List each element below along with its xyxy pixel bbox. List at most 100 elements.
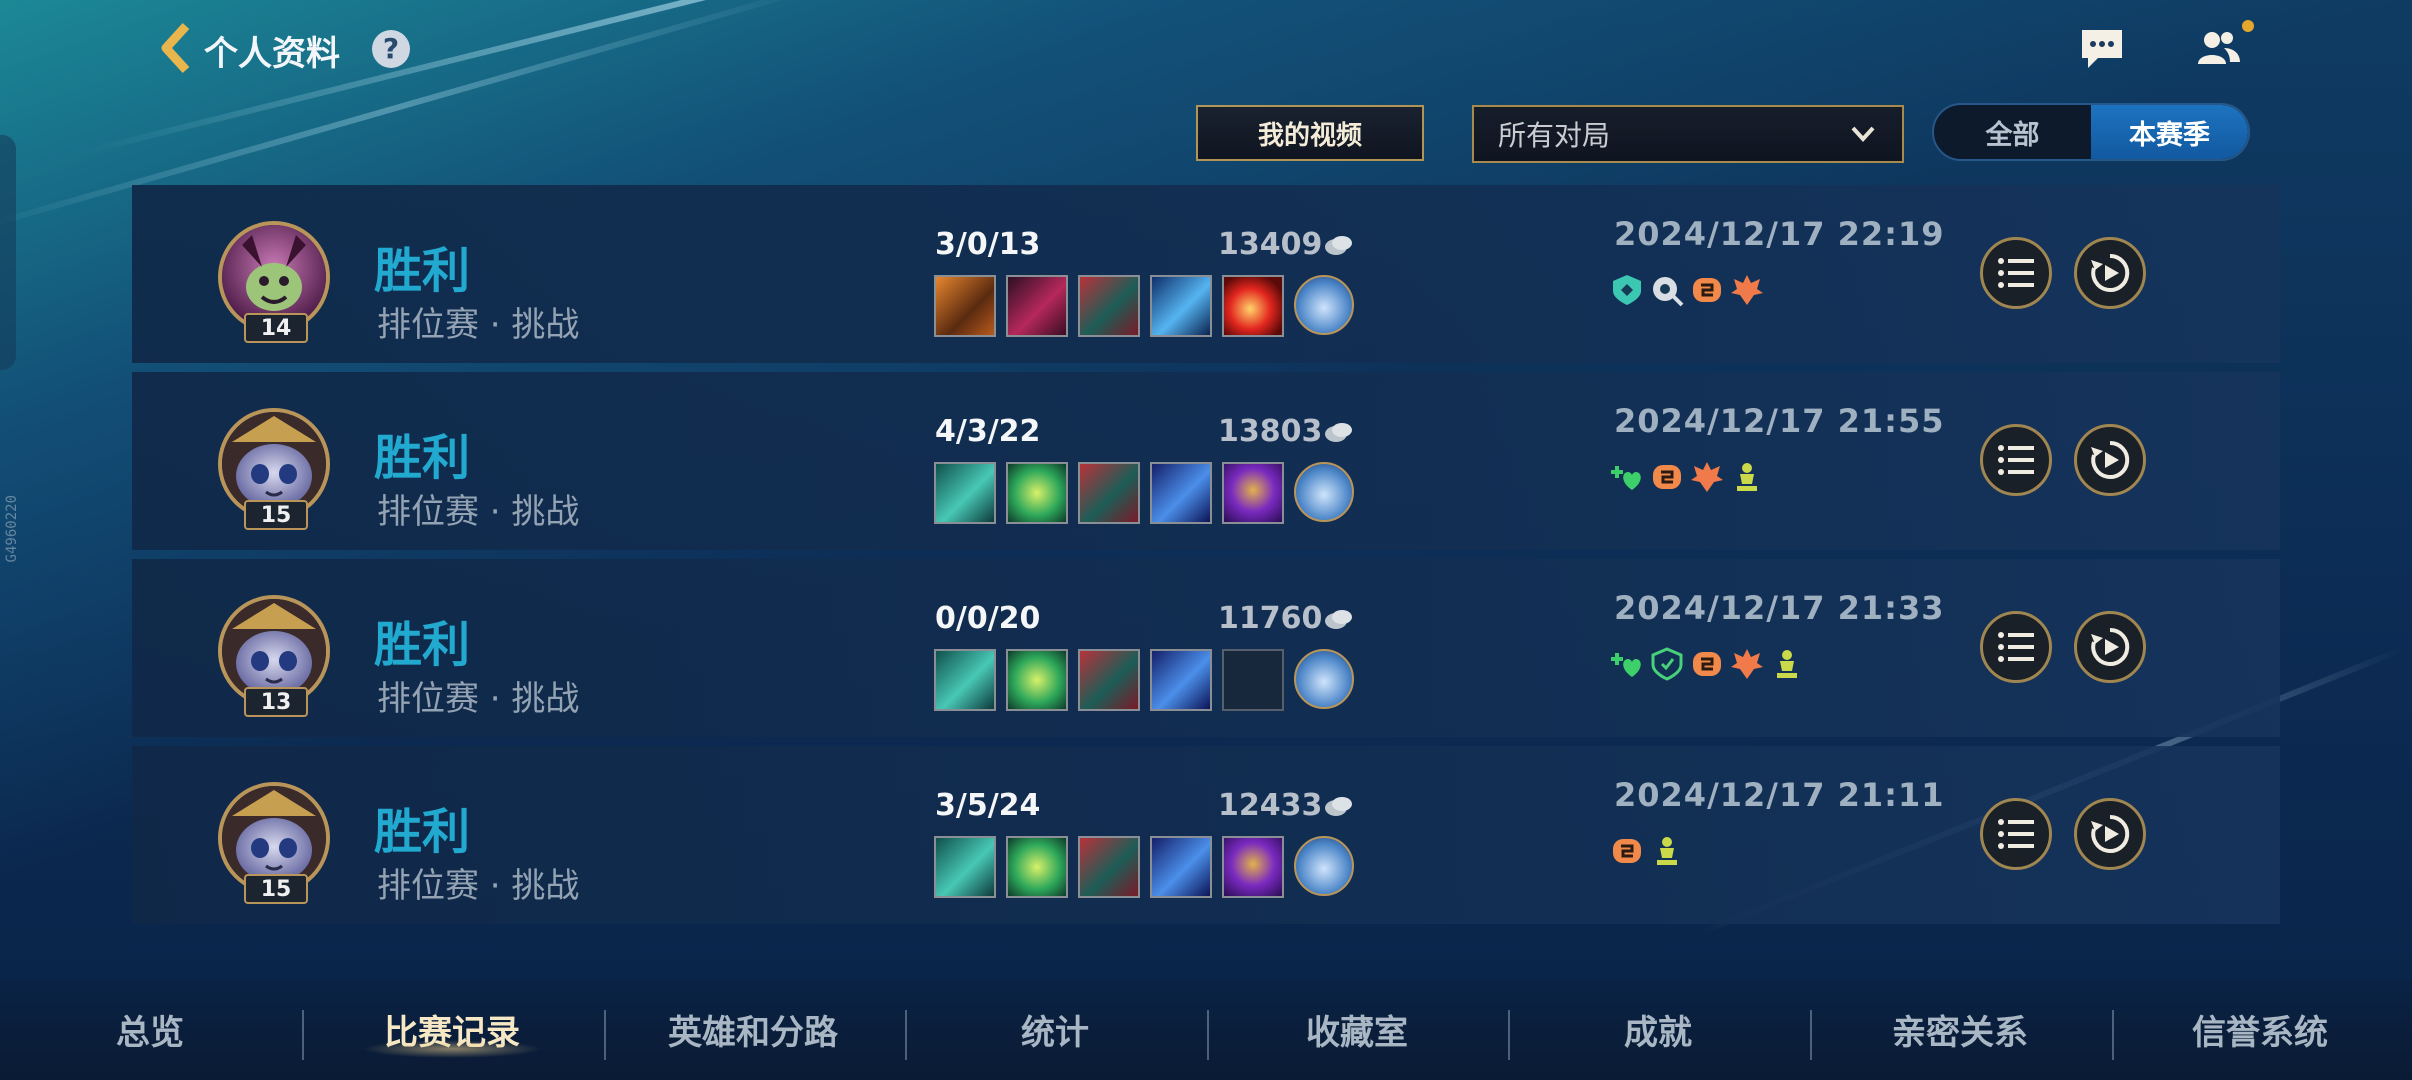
tab-relationships[interactable]: 亲密关系 — [1840, 1005, 2080, 1054]
item-slot[interactable] — [1222, 275, 1284, 337]
item-slot[interactable] — [1078, 649, 1140, 711]
flame-badge-icon — [1731, 275, 1763, 305]
gold-earned: 12433 — [1218, 788, 1323, 823]
item-slot[interactable] — [934, 275, 996, 337]
match-date: 2024/12/17 21:55 — [1614, 402, 1945, 440]
item-slot[interactable] — [1078, 836, 1140, 898]
tab-stats[interactable]: 统计 — [935, 1005, 1175, 1054]
toggle-all[interactable]: 全部 — [1934, 105, 2091, 159]
item-slot[interactable] — [1150, 836, 1212, 898]
match-detail-button[interactable] — [1980, 424, 2052, 496]
replay-button[interactable] — [2074, 611, 2146, 683]
item-slot[interactable] — [1078, 462, 1140, 524]
back-icon[interactable] — [158, 22, 194, 74]
match-row[interactable]: 15 胜利 排位赛 · 挑战 4/3/22 13803 2024/12/17 2… — [132, 372, 2280, 550]
item-slot[interactable] — [934, 836, 996, 898]
kda: 0/0/20 — [935, 601, 1041, 636]
replay-button[interactable] — [2074, 798, 2146, 870]
replay-icon — [2091, 440, 2130, 479]
replay-button[interactable] — [2074, 424, 2146, 496]
champion-level: 14 — [244, 313, 308, 343]
item-slot[interactable] — [934, 462, 996, 524]
item-build — [934, 462, 1354, 524]
item-slot[interactable] — [1150, 649, 1212, 711]
item-build — [934, 649, 1354, 711]
item-slot[interactable] — [1006, 836, 1068, 898]
champion-level: 15 — [244, 500, 308, 530]
item-slot[interactable] — [1150, 275, 1212, 337]
gold-earned: 11760 — [1218, 601, 1323, 636]
tower-badge-icon — [1777, 650, 1797, 678]
tab-divider — [905, 1010, 907, 1060]
match-row[interactable]: 14 胜利 排位赛 · 挑战 3/0/13 13409 2024/12/17 2… — [132, 185, 2280, 363]
gold-earned: 13803 — [1218, 414, 1323, 449]
tab-divider — [302, 1010, 304, 1060]
flame-badge-icon — [1731, 649, 1763, 679]
trinket-slot[interactable] — [1294, 462, 1354, 522]
match-mode: 排位赛 · 挑战 — [377, 492, 580, 532]
match-filter-dropdown[interactable]: 所有对局 — [1472, 105, 1904, 163]
match-row[interactable]: 13 胜利 排位赛 · 挑战 0/0/20 11760 2024/12/17 2… — [132, 559, 2280, 737]
list-icon — [1998, 445, 2034, 475]
trinket-slot[interactable] — [1294, 649, 1354, 709]
bg-light-streak — [79, 0, 1343, 156]
flame-badge-icon — [1691, 462, 1723, 492]
match-date: 2024/12/17 22:19 — [1614, 215, 1945, 253]
replay-icon — [2091, 253, 2130, 292]
match-badges — [1610, 273, 1764, 307]
item-slot[interactable] — [1078, 275, 1140, 337]
tower-badge-icon — [1737, 463, 1757, 491]
help-icon[interactable]: ? — [372, 30, 410, 68]
chat-icon[interactable] — [2078, 26, 2126, 70]
item-slot[interactable] — [1150, 462, 1212, 524]
kda: 3/0/13 — [935, 227, 1041, 262]
tab-collection[interactable]: 收藏室 — [1237, 1005, 1477, 1054]
heal-badge-icon — [1611, 466, 1641, 490]
match-result: 胜利 — [374, 617, 471, 673]
tower-badge-icon — [1657, 837, 1677, 865]
item-slot[interactable] — [1006, 275, 1068, 337]
gold-earned: 13409 — [1218, 227, 1323, 262]
tab-champions-roles[interactable]: 英雄和分路 — [633, 1005, 873, 1054]
tab-divider — [1508, 1010, 1510, 1060]
tab-overview[interactable]: 总览 — [30, 1005, 270, 1054]
match-filter-value: 所有对局 — [1498, 119, 1611, 152]
season-toggle[interactable]: 全部 本赛季 — [1932, 103, 2250, 161]
tab-match-history[interactable]: 比赛记录 — [332, 1005, 572, 1058]
item-slot[interactable] — [1006, 462, 1068, 524]
kda: 3/5/24 — [935, 788, 1041, 823]
list-icon — [1998, 819, 2034, 849]
item-slot[interactable] — [1006, 649, 1068, 711]
replay-button[interactable] — [2074, 237, 2146, 309]
item-build — [934, 836, 1354, 898]
trinket-slot[interactable] — [1294, 275, 1354, 335]
tab-divider — [2112, 1010, 2114, 1060]
match-mode: 排位赛 · 挑战 — [377, 866, 580, 906]
empty-item-slot[interactable] — [1222, 649, 1284, 711]
shield-badge-icon — [1613, 275, 1641, 305]
match-row[interactable]: 15 胜利 排位赛 · 挑战 3/5/24 12433 2024/12/17 2… — [132, 746, 2280, 924]
match-detail-button[interactable] — [1980, 798, 2052, 870]
trinket-slot[interactable] — [1294, 836, 1354, 896]
gold-icon — [1325, 797, 1352, 816]
item-slot[interactable] — [934, 649, 996, 711]
side-drawer-handle[interactable] — [0, 135, 16, 370]
tab-achievements[interactable]: 成就 — [1538, 1005, 1778, 1054]
match-detail-button[interactable] — [1980, 611, 2052, 683]
tab-divider — [1207, 1010, 1209, 1060]
item-slot[interactable] — [1222, 462, 1284, 524]
kda: 4/3/22 — [935, 414, 1041, 449]
item-slot[interactable] — [1222, 836, 1284, 898]
match-date: 2024/12/17 21:11 — [1614, 776, 1945, 814]
match-mode: 排位赛 · 挑战 — [377, 679, 580, 719]
my-videos-button[interactable]: 我的视频 — [1196, 105, 1424, 161]
tab-honor-system[interactable]: 信誉系统 — [2140, 1005, 2380, 1054]
toggle-this-season[interactable]: 本赛季 — [2091, 105, 2248, 159]
match-mode: 排位赛 · 挑战 — [377, 305, 580, 345]
match-detail-button[interactable] — [1980, 237, 2052, 309]
friends-icon[interactable] — [2194, 26, 2242, 70]
gold-icon — [1325, 236, 1352, 255]
match-result: 胜利 — [374, 804, 471, 860]
tab-divider — [604, 1010, 606, 1060]
shield-badge-icon — [1651, 647, 1683, 681]
